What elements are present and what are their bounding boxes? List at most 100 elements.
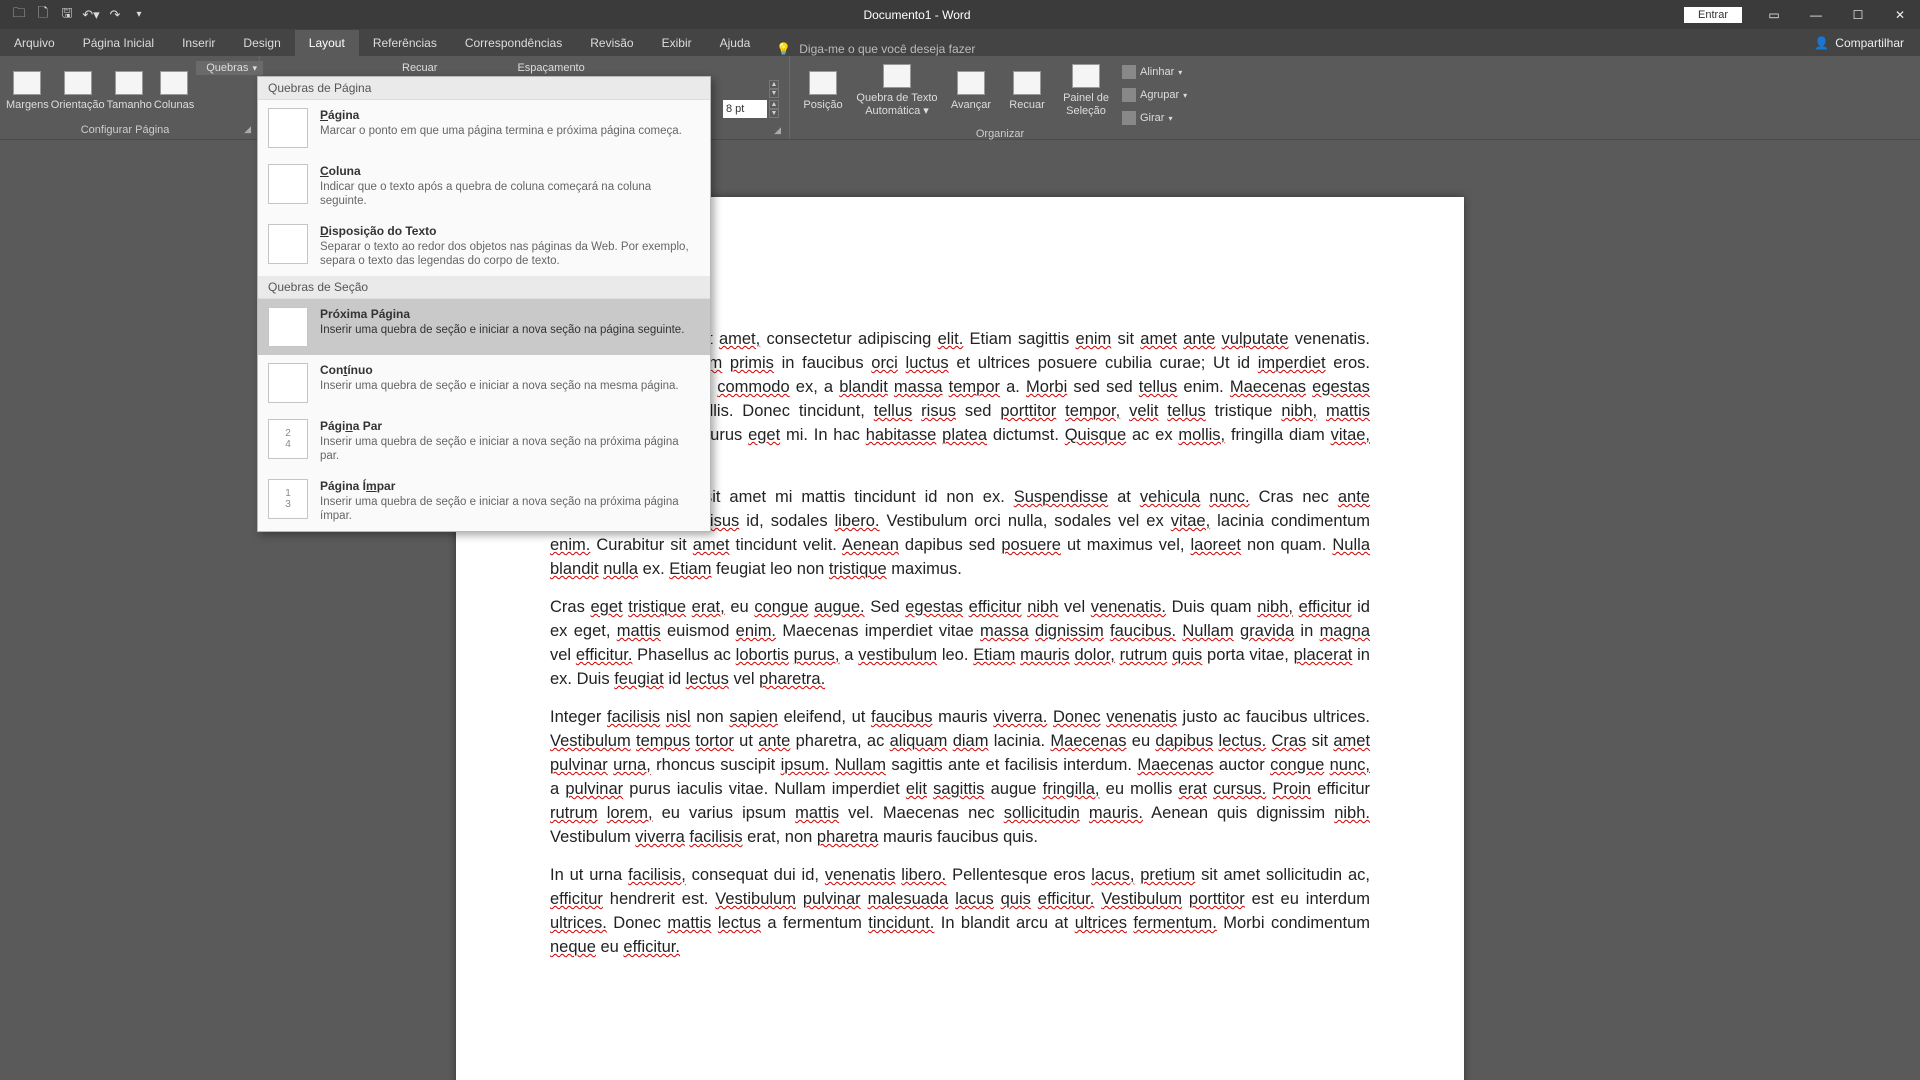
- chevron-down-icon: ▾: [1183, 91, 1187, 100]
- break-page-title: ágina: [328, 108, 359, 122]
- spacing-after-field[interactable]: 8 pt ▲▼: [723, 100, 779, 118]
- align-button[interactable]: Alinhar ▾: [1118, 62, 1191, 82]
- spin-up-icon[interactable]: ▲: [769, 100, 779, 109]
- break-even-page-desc: Inserir uma quebra de seção e iniciar a …: [320, 435, 700, 463]
- redo-icon[interactable]: ↷: [104, 4, 126, 26]
- group-arrange: Posição Quebra de Texto Automática ▾ Ava…: [790, 56, 1210, 139]
- tab-design[interactable]: Design: [229, 30, 294, 56]
- spacing-after-value: 8 pt: [723, 100, 767, 118]
- break-even-page-icon: 24: [268, 419, 308, 459]
- send-backward-button[interactable]: Recuar: [1000, 60, 1054, 122]
- minimize-icon[interactable]: —: [1796, 4, 1836, 26]
- rotate-label: Girar: [1140, 112, 1164, 124]
- margins-label: Margens: [6, 99, 49, 112]
- position-button[interactable]: Posição: [796, 60, 850, 122]
- align-icon: [1122, 65, 1136, 79]
- close-icon[interactable]: ✕: [1880, 4, 1920, 26]
- spin-down-icon[interactable]: ▼: [769, 109, 779, 118]
- send-backward-icon: [1013, 71, 1041, 95]
- break-text-wrapping-item[interactable]: Disposição do Texto Separar o texto ao r…: [258, 216, 710, 276]
- arrange-group-label: Organizar: [976, 128, 1024, 140]
- paragraph-4[interactable]: Integer facilisis nisl non sapien eleife…: [550, 705, 1370, 849]
- group-label: Agrupar: [1140, 89, 1179, 101]
- orientation-icon: [64, 71, 92, 95]
- break-next-page-item[interactable]: Próxima Página Inserir uma quebra de seç…: [258, 299, 710, 355]
- break-column-desc: Indicar que o texto após a quebra de col…: [320, 180, 700, 208]
- paragraph-launcher-icon[interactable]: ◢: [774, 125, 781, 136]
- spin-down-icon[interactable]: ▼: [769, 89, 779, 98]
- undo-icon[interactable]: ↶▾: [80, 4, 102, 26]
- tell-me-search[interactable]: 💡 Diga-me o que você deseja fazer: [764, 42, 987, 56]
- size-icon: [115, 71, 143, 95]
- send-backward-label: Recuar: [1009, 99, 1044, 112]
- spacing-before-field[interactable]: t ▲▼: [723, 80, 779, 98]
- autosave-icon[interactable]: 🗀: [8, 4, 30, 26]
- wrap-text-button[interactable]: Quebra de Texto Automática ▾: [852, 60, 942, 122]
- position-icon: [809, 71, 837, 95]
- break-even-page-item[interactable]: 24 Página Par Inserir uma quebra de seçã…: [258, 411, 710, 471]
- breaks-button[interactable]: Quebras ▾: [196, 61, 263, 75]
- tab-review[interactable]: Revisão: [576, 30, 647, 56]
- break-page-item[interactable]: Página Marcar o ponto em que uma página …: [258, 100, 710, 156]
- ribbon-tabs: Arquivo Página Inicial Inserir Design La…: [0, 29, 1920, 56]
- margins-icon: [13, 71, 41, 95]
- columns-button[interactable]: Colunas: [154, 60, 194, 122]
- tab-help[interactable]: Ajuda: [706, 30, 765, 56]
- maximize-icon[interactable]: ☐: [1838, 4, 1878, 26]
- break-even-page-title: Página Par: [320, 419, 382, 433]
- spin-up-icon[interactable]: ▲: [769, 80, 779, 89]
- position-label: Posição: [803, 99, 842, 112]
- title-bar: 🗀 🗋 🖫 ↶▾ ↷ ▾ Documento1 - Word Entrar ▭ …: [0, 0, 1920, 29]
- share-button[interactable]: 👤 Compartilhar: [1798, 30, 1920, 56]
- break-continuous-desc: Inserir uma quebra de seção e iniciar a …: [320, 379, 700, 393]
- margins-button[interactable]: Margens: [6, 60, 49, 122]
- group-button[interactable]: Agrupar ▾: [1118, 85, 1191, 105]
- save-icon[interactable]: 🖫: [56, 4, 78, 26]
- tab-home[interactable]: Página Inicial: [69, 30, 168, 56]
- size-button[interactable]: Tamanho: [107, 60, 152, 122]
- tab-file[interactable]: Arquivo: [0, 30, 69, 56]
- ribbon-options-icon[interactable]: ▭: [1754, 4, 1794, 26]
- tab-layout[interactable]: Layout: [295, 30, 359, 56]
- page-setup-launcher-icon[interactable]: ◢: [244, 124, 251, 135]
- bring-forward-button[interactable]: Avançar: [944, 60, 998, 122]
- break-text-wrapping-desc: Separar o texto ao redor dos objetos nas…: [320, 240, 700, 268]
- break-odd-page-item[interactable]: 13 Página Ímpar Inserir uma quebra de se…: [258, 471, 710, 531]
- quick-access-toolbar: 🗀 🗋 🖫 ↶▾ ↷ ▾: [0, 4, 150, 26]
- chevron-down-icon: ▾: [1168, 114, 1172, 123]
- tell-me-label: Diga-me o que você deseja fazer: [799, 42, 975, 56]
- break-column-title: oluna: [329, 164, 361, 178]
- rotate-icon: [1122, 111, 1136, 125]
- tab-view[interactable]: Exibir: [648, 30, 706, 56]
- share-icon: 👤: [1814, 36, 1829, 50]
- break-odd-page-title: Página Ímpar: [320, 479, 395, 493]
- breaks-label: Quebras: [206, 62, 248, 74]
- new-doc-icon[interactable]: 🗋: [32, 4, 54, 26]
- paragraph-3[interactable]: Cras eget tristique erat, eu congue augu…: [550, 595, 1370, 691]
- tab-insert[interactable]: Inserir: [168, 30, 229, 56]
- break-text-wrapping-icon: [268, 224, 308, 264]
- break-text-wrapping-title: isposição do Texto: [329, 224, 437, 238]
- break-column-item[interactable]: Coluna Indicar que o texto após a quebra…: [258, 156, 710, 216]
- page-breaks-header: Quebras de Página: [258, 77, 710, 100]
- wrap-text-label-l1: Quebra de Texto: [856, 92, 937, 104]
- share-label: Compartilhar: [1835, 36, 1904, 50]
- window-controls: Entrar ▭ — ☐ ✕: [1684, 4, 1920, 26]
- qat-customize-icon[interactable]: ▾: [128, 4, 150, 26]
- break-next-page-title: Próxima Página: [320, 307, 410, 321]
- break-next-page-icon: [268, 307, 308, 347]
- selection-pane-button[interactable]: Painel de Seleção: [1056, 60, 1116, 122]
- break-continuous-item[interactable]: Contínuo Inserir uma quebra de seção e i…: [258, 355, 710, 411]
- paragraph-5[interactable]: In ut urna facilisis, consequat dui id, …: [550, 863, 1370, 959]
- tab-mailings[interactable]: Correspondências: [451, 30, 576, 56]
- break-continuous-icon: [268, 363, 308, 403]
- orientation-button[interactable]: Orientação: [51, 60, 105, 122]
- break-odd-page-icon: 13: [268, 479, 308, 519]
- tab-references[interactable]: Referências: [359, 30, 451, 56]
- signin-button[interactable]: Entrar: [1684, 7, 1742, 23]
- rotate-button[interactable]: Girar ▾: [1118, 108, 1191, 128]
- spacing-label: Espaçamento: [517, 62, 584, 74]
- selection-pane-label-l2: Seleção: [1066, 105, 1106, 117]
- breaks-dropdown-menu: Quebras de Página Página Marcar o ponto …: [257, 76, 711, 532]
- break-odd-page-desc: Inserir uma quebra de seção e iniciar a …: [320, 495, 700, 523]
